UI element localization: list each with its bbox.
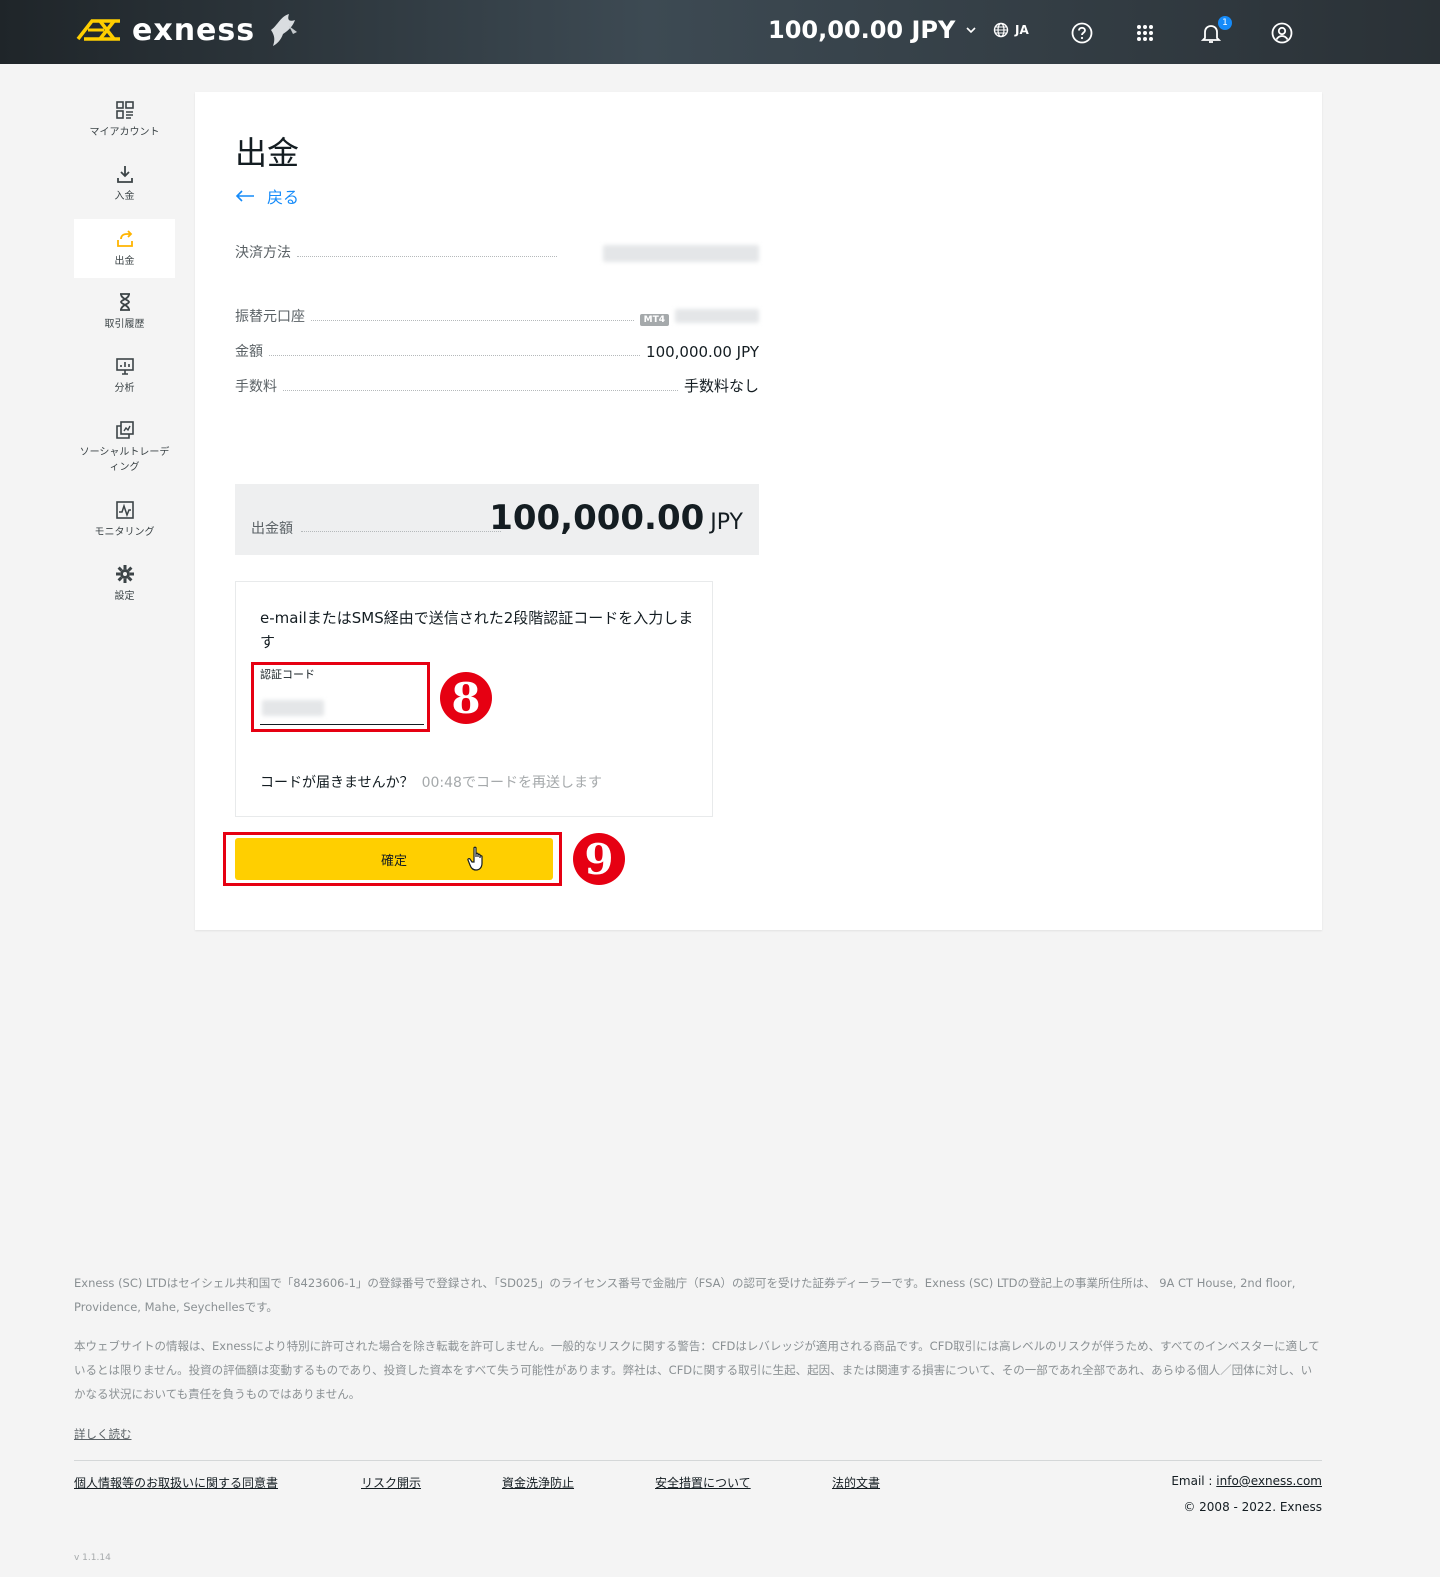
fee-value: 手数料なし [683, 377, 759, 395]
sidebar-item-withdraw[interactable]: 出金 [74, 219, 175, 278]
no-code-text: コードが届きませんか？ [260, 775, 414, 791]
apps-button[interactable] [1132, 20, 1158, 46]
fee-label: 手数料 [235, 379, 277, 395]
footer-divider [74, 1460, 1322, 1461]
annotation-highlight-code [251, 662, 430, 732]
help-icon [1071, 22, 1093, 44]
payment-method-value-redacted [603, 245, 759, 262]
footer-email: Email : info@exness.com [1171, 1474, 1322, 1488]
amount-value: 100,000.00 JPY [646, 343, 759, 361]
presentation-icon [115, 358, 134, 375]
sidebar-item-label: 設定 [114, 591, 135, 602]
app-version: v 1.1.14 [74, 1553, 111, 1563]
resend-row: コードが届きませんか？ 00:48でコードを再送します [260, 772, 602, 792]
footer-risk-warning: 本ウェブサイトの情報は、Exnessにより特別に許可された場合を除き転載を許可し… [74, 1339, 1320, 1401]
source-account-row: 振替元口座 MT4 [235, 304, 759, 326]
back-link[interactable]: 戻る [235, 184, 299, 208]
copy-icon [115, 421, 134, 439]
sidebar-item-label: 入金 [114, 191, 135, 202]
sidebar-item-analytics[interactable]: 分析 [74, 356, 175, 406]
withdraw-amount-value: 100,000.00 JPY [489, 498, 743, 538]
sidebar-item-label: 出金 [114, 256, 135, 267]
upload-icon [116, 230, 133, 247]
fee-row: 手数料 手数料なし [235, 374, 759, 396]
brand-name: exness [132, 12, 256, 48]
footer-link-legal[interactable]: 法的文書 [832, 1474, 880, 1491]
sidebar-item-settings[interactable]: 設定 [74, 564, 175, 614]
email-link[interactable]: info@exness.com [1216, 1474, 1322, 1488]
hourglass-icon [119, 293, 130, 311]
two-factor-description: e-mailまたはSMS経由で送信された2段階認証コードを入力します [260, 609, 694, 651]
download-icon [116, 166, 133, 183]
footer-link-aml[interactable]: 資金洗浄防止 [502, 1474, 574, 1491]
resend-code-link[interactable]: 00:48でコードを再送します [422, 775, 602, 791]
monitor-icon [115, 501, 134, 519]
notification-badge: 1 [1218, 16, 1232, 30]
profile-button[interactable] [1269, 20, 1295, 46]
sidebar-item-label: モニタリング [94, 527, 155, 538]
sidebar-item-label: 取引履歴 [104, 319, 145, 330]
apps-grid-icon [1137, 25, 1153, 41]
page-title: 出金 [235, 134, 300, 172]
dashboard-icon [115, 101, 134, 119]
amount-label: 金額 [235, 344, 263, 360]
user-circle-icon [1271, 22, 1293, 44]
exness-logo[interactable]: exness [74, 10, 301, 50]
account-balance-dropdown[interactable]: 100,00.00 JPY [768, 16, 977, 44]
withdraw-currency: JPY [710, 510, 743, 535]
sidebar-item-my-account[interactable]: マイアカウント [74, 100, 175, 150]
footer-legal-text: Exness (SC) LTDはセイシェル共和国で「8423606-1」の登録番… [74, 1276, 1296, 1314]
footer-link-privacy[interactable]: 個人情報等のお取扱いに関する同意書 [74, 1474, 278, 1491]
sidebar-item-monitoring[interactable]: モニタリング [74, 500, 175, 550]
balance-value: 100,00.00 JPY [768, 16, 956, 44]
sidebar-item-social-trading[interactable]: ソーシャルトレーディング [74, 420, 175, 484]
read-more-link[interactable]: 詳しく読む [74, 1427, 132, 1441]
footer-link-risk-disclosure[interactable]: リスク開示 [361, 1474, 421, 1491]
sidebar-item-trade-history[interactable]: 取引履歴 [74, 292, 175, 342]
withdraw-amount-summary: 出金額 100,000.00 JPY [235, 484, 759, 555]
sidebar-item-deposit[interactable]: 入金 [74, 164, 175, 214]
chevron-down-icon [966, 27, 976, 34]
top-header: exness 100,00.00 JPY JA 1 [0, 0, 1440, 64]
footer-link-security[interactable]: 安全措置について [655, 1474, 751, 1491]
exness-logo-icon [76, 19, 120, 41]
back-label: 戻る [267, 188, 300, 207]
sidebar-item-label: 分析 [114, 383, 135, 394]
payment-method-label: 決済方法 [235, 245, 291, 261]
withdrawal-card: 出金 戻る 決済方法 振替元口座 MT4 金額 100,000.00 JPY 手… [195, 92, 1322, 930]
annotation-step-9: 9 [573, 833, 625, 885]
account-type-badge: MT4 [639, 314, 669, 326]
payment-method-row: 決済方法 [235, 240, 759, 262]
annotation-highlight-confirm [223, 832, 562, 886]
amount-row: 金額 100,000.00 JPY [235, 339, 759, 361]
gear-icon [115, 565, 134, 583]
source-account-value-redacted [675, 309, 759, 323]
dove-icon [271, 14, 298, 46]
language-code: JA [1015, 23, 1029, 37]
footer-copyright: © 2008 - 2022. Exness [1183, 1500, 1322, 1514]
sidebar-item-label: ソーシャルトレーディング [79, 447, 170, 473]
withdraw-amount-label: 出金額 [251, 521, 293, 537]
language-selector[interactable]: JA [993, 22, 1029, 38]
sidebar-item-label: マイアカウント [89, 127, 160, 138]
arrow-left-icon [235, 190, 254, 202]
source-account-label: 振替元口座 [235, 309, 305, 325]
annotation-step-8: 8 [440, 672, 492, 724]
help-button[interactable] [1069, 20, 1095, 46]
globe-icon [993, 22, 1009, 38]
